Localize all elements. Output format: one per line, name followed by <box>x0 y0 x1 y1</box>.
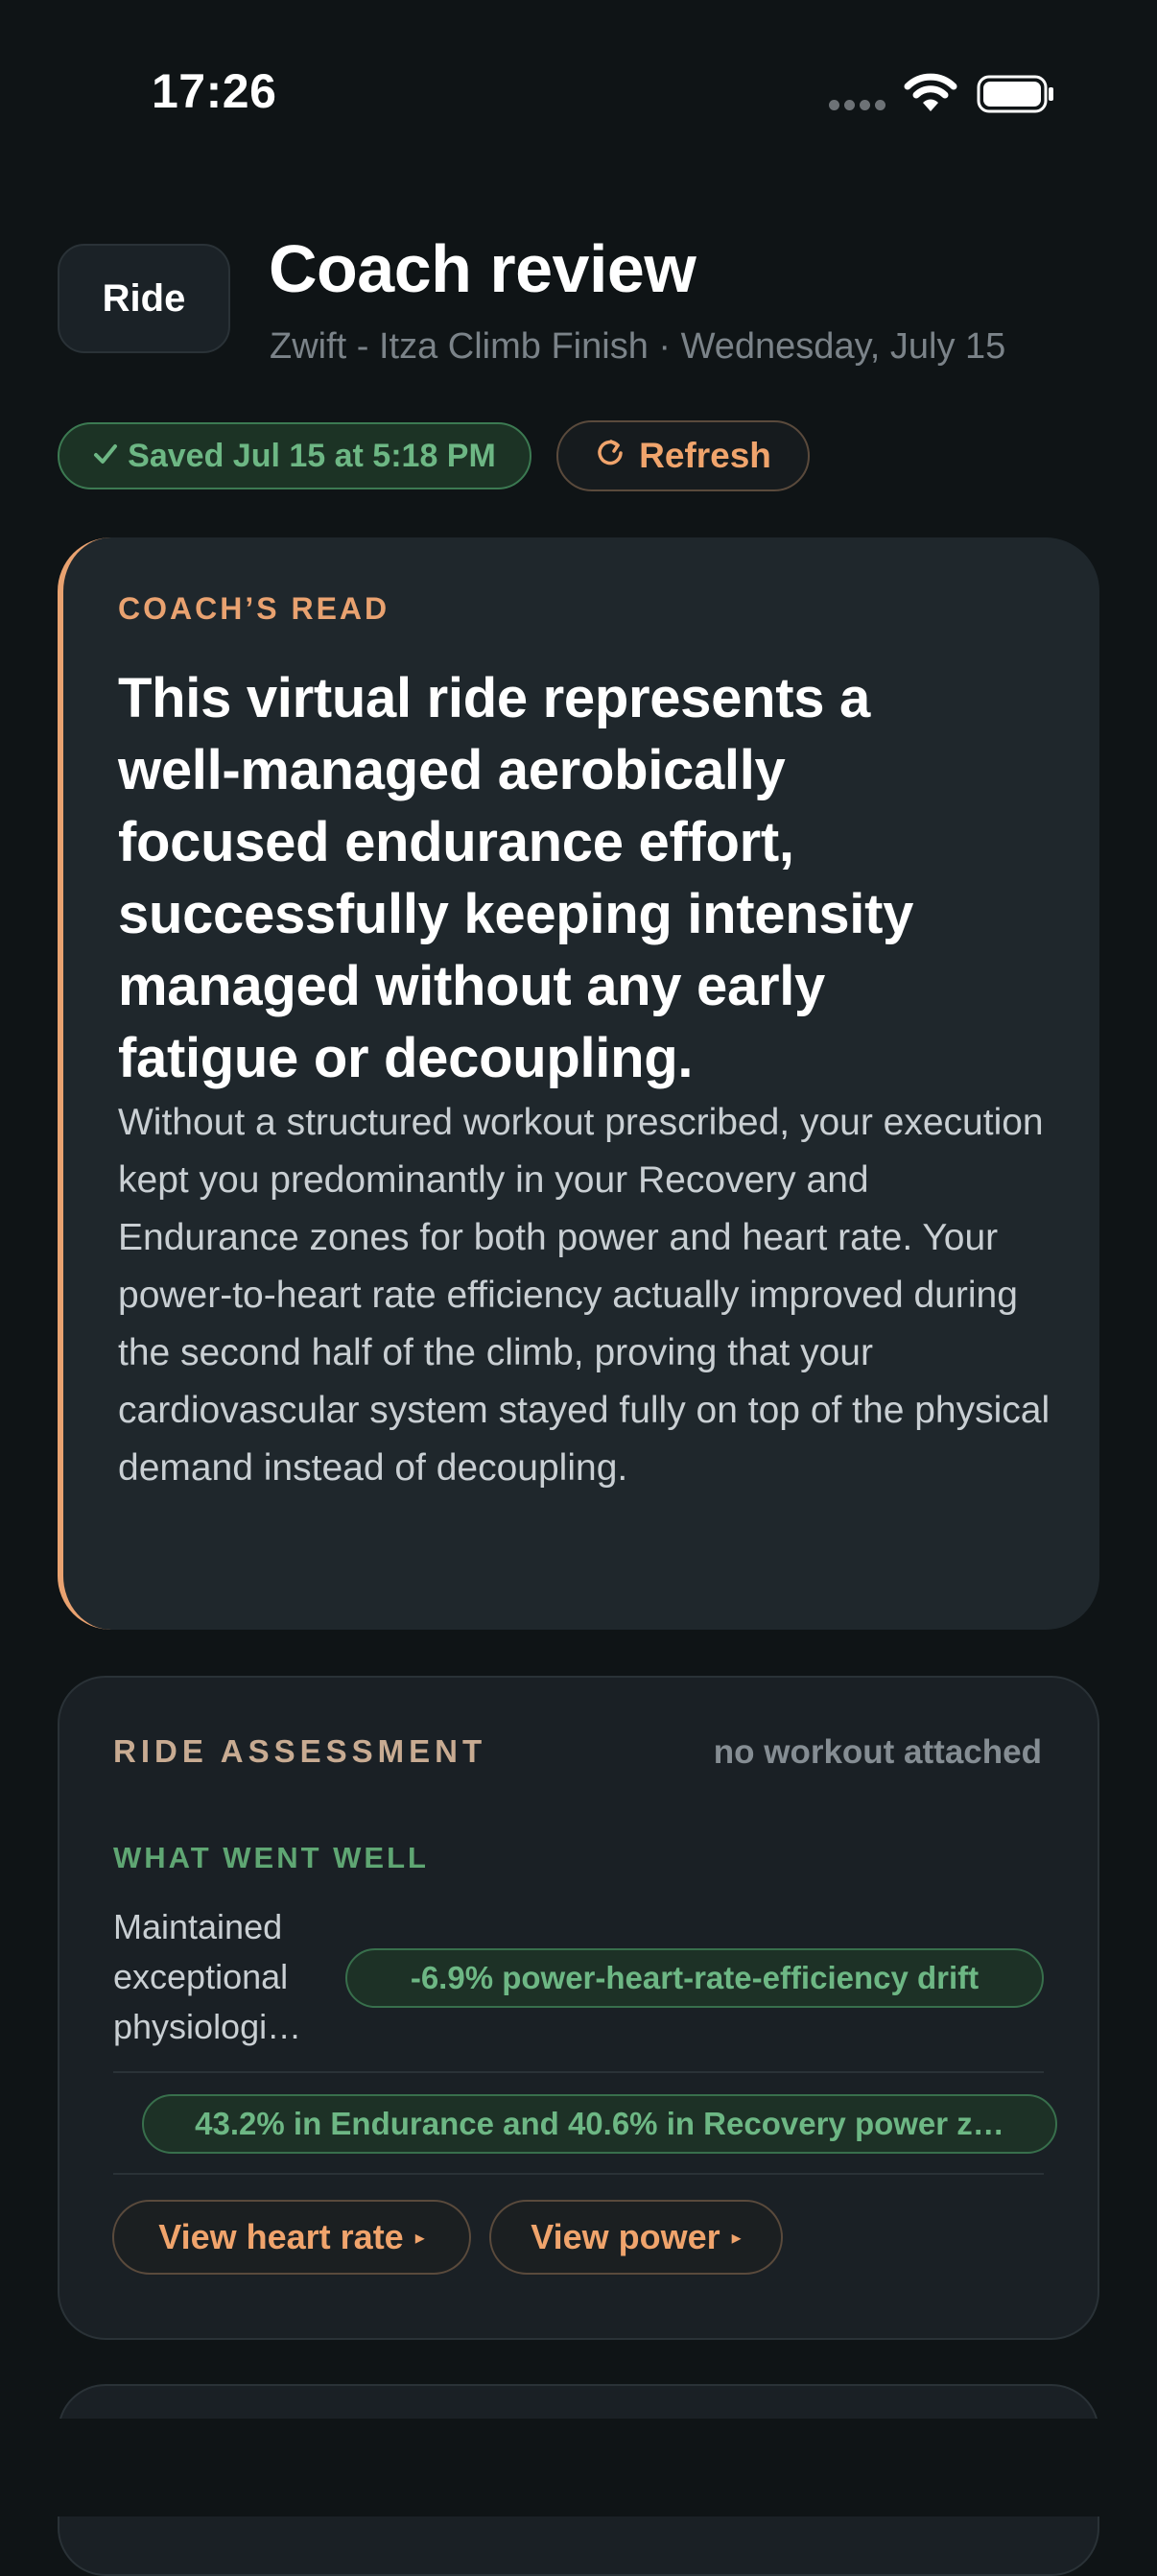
efficiency-drift-badge: -6.9% power-heart-rate-efficiency drift <box>345 1948 1044 2008</box>
workout-status-note: no workout attached <box>713 1733 1042 1771</box>
play-triangle-icon: ▸ <box>731 2227 742 2249</box>
what-went-well-text: Maintained exceptional physiologi… <box>113 1907 302 2046</box>
saved-status-label: Saved Jul 15 at 5:18 PM <box>128 437 496 474</box>
row-divider <box>113 2071 1044 2073</box>
battery-icon <box>977 75 1055 113</box>
coach-read-label: COACH’S READ <box>118 591 390 626</box>
wifi-icon <box>904 73 957 113</box>
row-divider <box>113 2173 1044 2175</box>
ride-assessment-label: RIDE ASSESSMENT <box>113 1733 487 1769</box>
view-power-label: View power <box>531 2217 720 2256</box>
checkmark-icon <box>93 438 118 475</box>
view-heart-rate-button[interactable]: View heart rate ▸ <box>112 2200 471 2275</box>
page-title: Coach review <box>269 231 697 306</box>
page-subtitle: Zwift - Itza Climb Finish · Wednesday, J… <box>270 326 1006 367</box>
refresh-button[interactable]: Refresh <box>556 420 810 491</box>
bottom-safe-area <box>0 2419 1157 2516</box>
status-time: 17:26 <box>152 64 277 118</box>
coach-body-text: Without a structured workout prescribed,… <box>118 1102 1051 1489</box>
saved-status-badge: Saved Jul 15 at 5:18 PM <box>58 422 531 489</box>
view-power-button[interactable]: View power ▸ <box>489 2200 783 2275</box>
cellular-signal-icon <box>829 100 886 113</box>
refresh-icon <box>595 436 626 476</box>
ride-type-button[interactable]: Ride <box>58 244 230 353</box>
refresh-label: Refresh <box>639 436 771 475</box>
coach-headline: This virtual ride represents a well-mana… <box>118 667 914 1089</box>
play-triangle-icon: ▸ <box>414 2227 425 2249</box>
view-heart-rate-label: View heart rate <box>158 2217 404 2256</box>
power-zone-badge: 43.2% in Endurance and 40.6% in Recovery… <box>142 2094 1057 2154</box>
what-went-well-label: WHAT WENT WELL <box>113 1841 429 1874</box>
